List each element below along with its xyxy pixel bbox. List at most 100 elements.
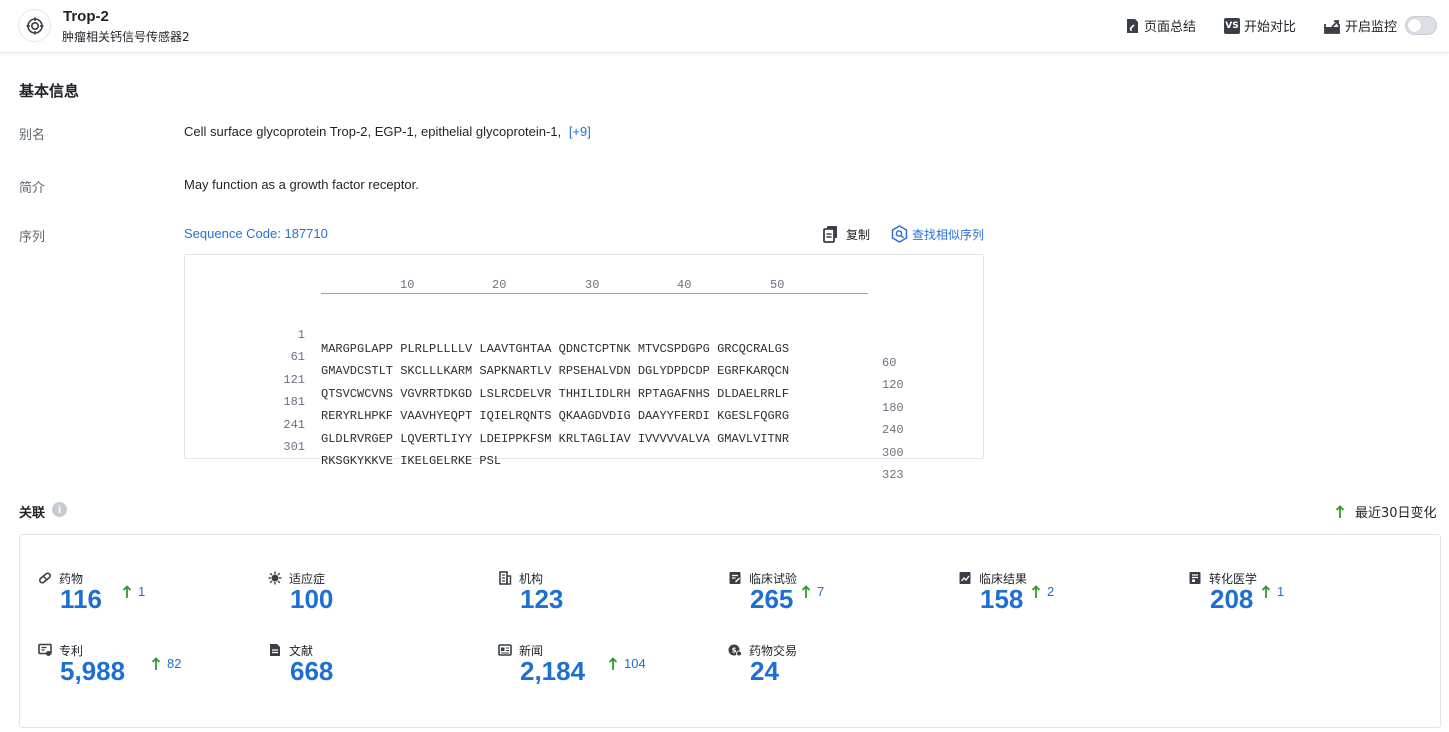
ruler-tick-label: 20	[492, 278, 507, 292]
sequence-row: 1 MARGPGLAPP PLRLPLLLLV LAAVTGHTAA QDNCT…	[185, 314, 897, 370]
stat-delta: 82	[151, 656, 181, 671]
stat-clinical-trials[interactable]: 临床试验 265 7	[728, 570, 928, 630]
stat-delta: 104	[608, 656, 646, 671]
building-icon	[498, 571, 512, 585]
sequence-row-end: 60	[882, 356, 897, 370]
sequence-viewer: 10 20 30 40 50 1 MARGPGLAPP PLRLPLLLLV L…	[184, 254, 984, 482]
stat-organizations[interactable]: 机构 123	[498, 570, 698, 630]
alias-more-link[interactable]: [+9]	[569, 124, 591, 139]
deal-icon: $	[728, 643, 742, 657]
copy-label: 复制	[846, 227, 871, 242]
stat-drug-deals[interactable]: $ 药物交易 24	[728, 642, 928, 702]
stat-literature[interactable]: 文献 668	[268, 642, 468, 702]
page-summary-label: 页面总结	[1144, 20, 1197, 35]
stat-news[interactable]: 新闻 2,184 104	[498, 642, 698, 702]
summary-doc-icon	[1127, 18, 1138, 33]
recent-change-legend: 最近30日变化	[1335, 502, 1437, 521]
up-arrow-icon	[1335, 504, 1345, 518]
ruler-tick-label: 10	[400, 278, 415, 292]
up-arrow-icon	[801, 585, 811, 598]
virus-icon	[268, 571, 282, 585]
chart-doc-icon	[958, 571, 972, 585]
sequence-row-residues: GMAVDCSTLT SKCLLLKARM SAPKNARTLV RPSEHAL…	[321, 364, 790, 378]
up-arrow-icon	[122, 585, 132, 598]
document-icon	[268, 643, 282, 657]
stat-value[interactable]: 116	[60, 584, 102, 615]
ruler-tick-label: 40	[677, 278, 692, 292]
medical-doc-icon	[1188, 571, 1202, 585]
sequence-row: 181 RERYRLHPKF VAAVHYEQPT IQIELRQNTS QKA…	[185, 381, 903, 437]
page-subtitle: 肿瘤相关钙信号传感器2	[62, 30, 190, 44]
copy-icon	[823, 226, 837, 243]
up-arrow-icon	[151, 657, 161, 670]
stat-delta-value: 7	[817, 584, 825, 599]
top-bar: Trop-2 肿瘤相关钙信号传感器2 页面总结 VS 开始对比 开启监控	[0, 0, 1449, 53]
up-arrow-icon	[608, 657, 618, 670]
stat-translational-medicine[interactable]: 转化医学 208 1	[1188, 570, 1388, 630]
recent-change-label: 最近30日变化	[1355, 506, 1437, 521]
sequence-row: 61 GMAVDCSTLT SKCLLLKARM SAPKNARTLV RPSE…	[185, 336, 904, 392]
ruler-line	[321, 293, 868, 294]
copy-sequence-button[interactable]: 复制	[823, 225, 870, 243]
alias-value: Cell surface glycoprotein Trop-2, EGP-1,…	[184, 124, 562, 139]
stat-value[interactable]: 208	[1210, 584, 1253, 615]
stat-delta-value: 104	[624, 656, 646, 671]
stat-value[interactable]: 123	[520, 584, 563, 615]
page-summary-button[interactable]: 页面总结	[1125, 16, 1196, 35]
alias-value-row: Cell surface glycoprotein Trop-2, EGP-1,…	[184, 124, 591, 139]
stat-drugs[interactable]: 药物 116 1	[38, 570, 238, 630]
page-title: Trop-2	[63, 8, 109, 25]
stat-value[interactable]: 2,184	[520, 656, 585, 687]
stat-value[interactable]: 24	[750, 656, 779, 687]
hexagon-search-icon	[891, 225, 908, 243]
stat-value[interactable]: 158	[980, 584, 1023, 615]
stat-delta-value: 2	[1047, 584, 1055, 599]
sequence-row-end: 240	[882, 423, 904, 437]
stat-value[interactable]: 265	[750, 584, 793, 615]
sequence-row-residues: QTSVCWCVNS VGVRRTDKGD LSLRCDELVR THHILID…	[321, 387, 790, 401]
summary-value: May function as a growth factor receptor…	[184, 177, 419, 192]
stat-patents[interactable]: 专利 5,988 82	[38, 642, 238, 702]
monitor-export-icon	[1324, 19, 1340, 34]
toggle-knob	[1408, 19, 1421, 32]
pill-icon	[38, 571, 52, 585]
summary-label: 简介	[19, 181, 46, 196]
start-compare-label: 开始对比	[1244, 20, 1297, 35]
stat-clinical-results[interactable]: 临床结果 158 2	[958, 570, 1158, 630]
alias-label: 别名	[19, 128, 46, 143]
related-stats-card: 药物 116 1 适应症 100 机构 123 临床试验 265 7 临床结果 …	[19, 534, 1441, 728]
sequence-code-link[interactable]: Sequence Code: 187710	[184, 226, 328, 241]
patent-icon	[38, 643, 52, 657]
stat-delta-value: 1	[138, 584, 146, 599]
sequence-row: 301 RKSGKYKKVE IKELGELRKE PSL 323	[185, 426, 903, 482]
sequence-label: 序列	[19, 230, 46, 245]
stat-delta: 1	[122, 584, 145, 599]
start-monitor-button[interactable]: 开启监控	[1324, 16, 1397, 35]
sequence-row-end: 300	[882, 446, 904, 460]
ruler-tick-label: 30	[585, 278, 600, 292]
basic-info-heading: 基本信息	[19, 82, 80, 100]
find-similar-sequence-button[interactable]: 查找相似序列	[891, 225, 984, 243]
sequence-row-end: 323	[882, 468, 904, 482]
sequence-row-end: 180	[882, 401, 904, 415]
stat-indications[interactable]: 适应症 100	[268, 570, 468, 630]
start-monitor-label: 开启监控	[1345, 20, 1398, 35]
start-compare-button[interactable]: VS 开始对比	[1224, 16, 1296, 35]
sequence-row-residues: GLDLRVRGEP LQVERTLIYY LDEIPPKFSM KRLTAGL…	[321, 432, 790, 446]
stat-delta: 2	[1031, 584, 1054, 599]
stat-value[interactable]: 100	[290, 584, 333, 615]
monitor-toggle[interactable]	[1405, 16, 1437, 35]
stat-delta: 7	[801, 584, 824, 599]
news-icon	[498, 643, 512, 657]
stat-delta-value: 82	[167, 656, 182, 671]
stat-value[interactable]: 5,988	[60, 656, 125, 687]
svg-text:$: $	[732, 647, 737, 655]
up-arrow-icon	[1031, 585, 1041, 598]
sequence-row: 121 QTSVCWCVNS VGVRRTDKGD LSLRCDELVR THH…	[185, 359, 903, 415]
stat-delta-value: 1	[1277, 584, 1285, 599]
sequence-row-residues: RERYRLHPKF VAAVHYEQPT IQIELRQNTS QKAAGDV…	[321, 409, 790, 423]
info-icon[interactable]: i	[52, 502, 67, 517]
stat-value[interactable]: 668	[290, 656, 333, 687]
related-heading: 关联	[19, 506, 46, 521]
ruler-tick-label: 50	[770, 278, 785, 292]
